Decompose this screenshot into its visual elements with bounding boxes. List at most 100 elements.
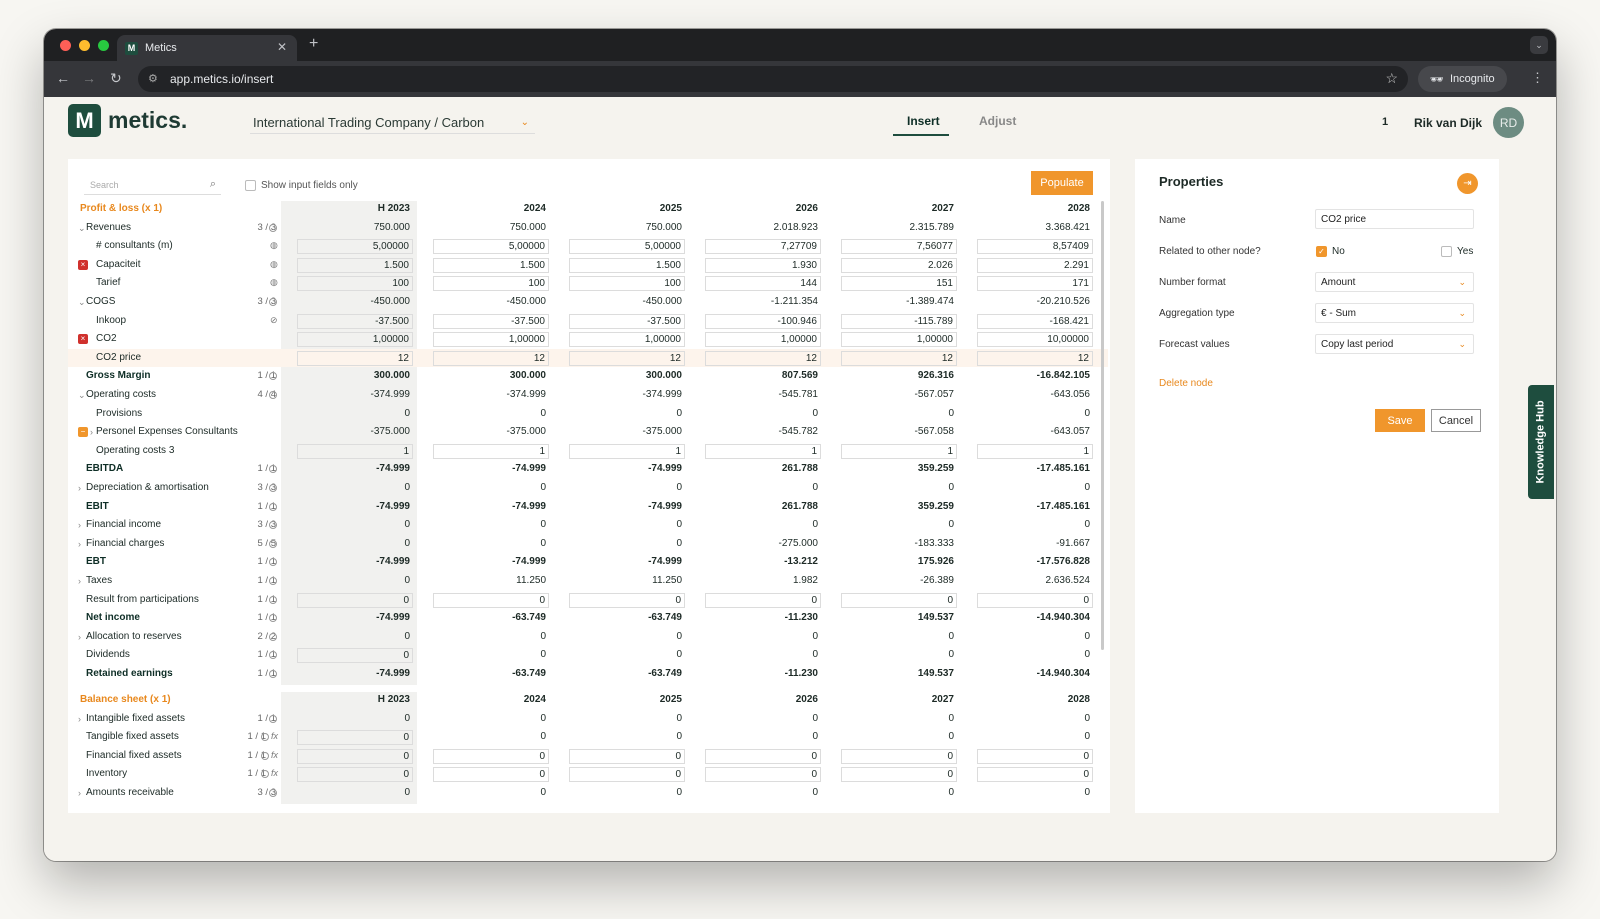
metics-logo[interactable]: M metics. <box>68 104 187 137</box>
delete-node-link[interactable]: Delete node <box>1159 378 1213 389</box>
value-input[interactable]: 12 <box>569 350 685 366</box>
related-yes-option[interactable]: Yes <box>1441 246 1473 257</box>
value-input[interactable]: 10,00000 <box>977 332 1093 348</box>
table-row[interactable]: ⌄ Revenues 3 / 3 750.000 750.000 750.000 2.018… <box>68 219 1108 238</box>
value-input[interactable]: 151 <box>841 276 957 292</box>
value-input[interactable]: 12 <box>297 350 413 366</box>
formula-icon[interactable]: fx <box>271 750 278 760</box>
value-input[interactable]: 0 <box>977 767 1093 783</box>
table-row[interactable]: ⌄ COGS 3 / 3 -450.000 -450.000 -450.000 -1.211… <box>68 293 1108 312</box>
table-row[interactable]: Result from participations 1 / 1000000 <box>68 591 1108 610</box>
clock-icon[interactable] <box>269 577 277 585</box>
table-row[interactable]: Inkoop ⊘ -37.500 -37.500 -37.500 -100.946 -115… <box>68 312 1108 331</box>
user-name[interactable]: Rik van Dijk <box>1414 116 1482 130</box>
value-input[interactable]: 144 <box>705 276 821 292</box>
value-input[interactable]: 1.500 <box>569 257 685 273</box>
tab-search-chevron-icon[interactable]: ⌄ <box>1530 36 1548 54</box>
clock-icon[interactable] <box>269 298 277 306</box>
value-input[interactable]: 12 <box>841 350 957 366</box>
chevron-right-icon[interactable]: › <box>78 479 81 498</box>
table-row[interactable]: EBIT 1 / 1 -74.999 -74.999 -74.999 261.788 359… <box>68 498 1108 517</box>
tab-insert[interactable]: Insert <box>907 114 940 128</box>
tab-adjust[interactable]: Adjust <box>979 114 1016 128</box>
table-row[interactable]: Tangible fixed assets 1 / 1 fx 0 0 0 0 0 0 <box>68 728 1108 747</box>
bookmark-star-icon[interactable]: ☆ <box>1385 70 1398 87</box>
value-input[interactable]: 1,00000 <box>297 332 413 348</box>
clock-icon[interactable] <box>261 751 269 760</box>
checkbox-unchecked-icon[interactable] <box>1441 246 1452 257</box>
table-row[interactable]: CO2 price 12 12 12 12 12 12 <box>68 348 1108 368</box>
fill-icon[interactable]: ◍ <box>270 259 278 270</box>
formula-icon[interactable]: fx <box>271 768 278 778</box>
value-input[interactable]: 0 <box>841 592 957 608</box>
search-icon[interactable]: ⌕ <box>210 178 216 191</box>
show-input-checkbox[interactable] <box>245 180 256 191</box>
clock-icon[interactable] <box>261 733 269 742</box>
avatar[interactable]: RD <box>1493 107 1524 138</box>
clock-icon[interactable] <box>269 502 277 511</box>
value-input[interactable]: 1.500 <box>297 257 413 273</box>
value-input[interactable]: 100 <box>433 276 549 292</box>
table-row[interactable]: › Taxes 1 / 1 0 11.250 11.250 1.982 -26.389 2.63… <box>68 572 1108 591</box>
chevron-right-icon[interactable]: › <box>90 423 93 442</box>
clock-icon[interactable] <box>269 789 277 797</box>
table-row[interactable]: › − Personel Expenses Consultants -375.000 -… <box>68 423 1108 442</box>
chevron-down-icon[interactable]: ⌄ <box>78 293 86 312</box>
tab-close-icon[interactable]: ✕ <box>277 40 287 54</box>
maximize-window-button[interactable] <box>98 40 109 51</box>
table-row[interactable]: › Depreciation & amortisation 3 / 3000000 <box>68 479 1108 498</box>
value-input[interactable]: 0 <box>297 592 413 608</box>
value-input[interactable]: 1 <box>705 443 821 459</box>
checkbox-checked-icon[interactable]: ✓ <box>1316 246 1327 257</box>
value-input[interactable]: 5,00000 <box>569 239 685 255</box>
value-input[interactable]: 171 <box>977 276 1093 292</box>
table-row[interactable]: EBITDA 1 / 1 -74.999 -74.999 -74.999 261.788 3… <box>68 460 1108 479</box>
table-row[interactable]: × CO2 1,00000 1,00000 1,00000 1,00000 1,00000 1… <box>68 330 1108 349</box>
clock-icon[interactable] <box>269 484 277 492</box>
table-row[interactable]: # consultants (m) ◍ 5,00000 5,00000 5,00000 7… <box>68 237 1108 256</box>
new-tab-icon[interactable]: + <box>309 35 318 53</box>
back-arrow-icon[interactable]: ← <box>56 70 70 86</box>
value-input[interactable]: -100.946 <box>705 313 821 329</box>
value-input[interactable]: 0 <box>297 648 413 664</box>
company-select[interactable]: International Trading Company / Carbon ⌄ <box>250 112 535 134</box>
table-row[interactable]: Gross Margin 1 / 1 300.000 300.000 300.000 80… <box>68 367 1108 386</box>
value-input[interactable]: 5,00000 <box>433 239 549 255</box>
value-input[interactable]: -37.500 <box>297 313 413 329</box>
value-input[interactable]: 1 <box>569 443 685 459</box>
table-row[interactable]: › Amounts receivable 3 / 3000000 <box>68 784 1108 803</box>
clock-icon[interactable] <box>261 770 269 779</box>
value-input[interactable]: -168.421 <box>977 313 1093 329</box>
clock-icon[interactable] <box>269 539 277 548</box>
chevron-right-icon[interactable]: › <box>78 572 81 591</box>
table-row[interactable]: Retained earnings 1 / 1 -74.999 -63.749 -63.… <box>68 665 1108 684</box>
table-row[interactable]: Provisions 0 0 0 0 0 0 <box>68 405 1108 424</box>
table-row[interactable]: Operating costs 3 1 1 1 1 1 1 <box>68 442 1108 461</box>
clock-icon[interactable] <box>269 670 277 678</box>
clock-icon[interactable] <box>269 632 277 641</box>
value-input[interactable]: 100 <box>297 276 413 292</box>
close-window-button[interactable] <box>60 40 71 51</box>
clock-icon[interactable] <box>269 714 277 723</box>
search-input[interactable]: Search ⌕ <box>84 175 221 195</box>
value-input[interactable]: 12 <box>977 350 1093 366</box>
value-input[interactable]: 1.500 <box>433 257 549 273</box>
value-input[interactable]: 0 <box>433 592 549 608</box>
section-title[interactable]: Profit & loss (x 1) <box>80 200 162 219</box>
value-input[interactable]: 0 <box>297 730 413 746</box>
panel-collapse-icon[interactable]: ⇥ <box>1457 173 1478 194</box>
chevron-right-icon[interactable]: › <box>78 784 81 803</box>
value-input[interactable]: 0 <box>433 748 549 764</box>
value-input[interactable]: -37.500 <box>433 313 549 329</box>
cancel-button[interactable]: Cancel <box>1431 409 1481 432</box>
value-input[interactable]: 1 <box>841 443 957 459</box>
value-input[interactable]: 7,27709 <box>705 239 821 255</box>
site-settings-icon[interactable]: ⚙ <box>148 72 158 85</box>
table-row[interactable]: EBT 1 / 1 -74.999 -74.999 -74.999 -13.212 175.… <box>68 553 1108 572</box>
knowledge-hub-tab[interactable]: Knowledge Hub <box>1528 385 1554 499</box>
clock-icon[interactable] <box>269 595 277 604</box>
value-input[interactable]: 0 <box>705 748 821 764</box>
section-title[interactable]: Balance sheet (x 1) <box>80 691 171 710</box>
value-input[interactable]: 1.930 <box>705 257 821 273</box>
table-row[interactable]: × Capaciteit ◍ 1.500 1.500 1.500 1.930 2.026 2.2… <box>68 256 1108 275</box>
